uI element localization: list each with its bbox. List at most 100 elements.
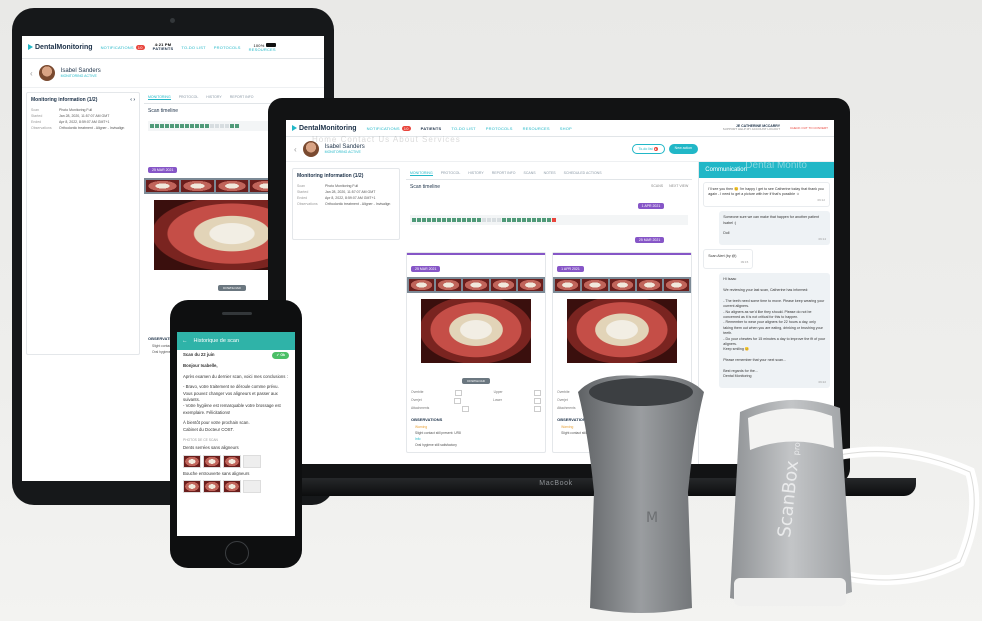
timeline-tick[interactable] <box>477 218 481 222</box>
timeline-tick[interactable] <box>472 218 476 222</box>
nav-protocols[interactable]: PROTOCOLS <box>214 45 241 50</box>
tab-history[interactable]: HISTORY <box>206 95 221 100</box>
scan-timeline[interactable] <box>410 215 689 225</box>
tab-scheduled-actions[interactable]: SCHEDULED ACTIONS <box>564 171 602 176</box>
timeline-tick[interactable] <box>527 218 531 222</box>
scan-thumbnail[interactable] <box>146 180 179 192</box>
download-button[interactable]: DOWNLOAD <box>218 285 246 291</box>
timeline-tick[interactable] <box>150 124 154 128</box>
timeline-tick[interactable] <box>432 218 436 222</box>
tab-protocol[interactable]: PROTOCOL <box>441 171 461 176</box>
scan-thumbnail[interactable] <box>490 279 516 291</box>
photo-thumbnail[interactable] <box>203 480 221 494</box>
app-logo[interactable]: DentalMonitoring <box>28 44 93 51</box>
timeline-tick[interactable] <box>195 124 199 128</box>
timeline-tick[interactable] <box>205 124 209 128</box>
arrow-left-icon[interactable]: ← <box>182 338 188 344</box>
timeline-tick[interactable] <box>190 124 194 128</box>
scan-thumbnail[interactable] <box>609 279 635 291</box>
home-button[interactable] <box>225 541 249 565</box>
scan-thumbnail[interactable] <box>664 279 690 291</box>
timeline-tick[interactable] <box>537 218 541 222</box>
scan-thumbnail[interactable] <box>463 279 489 291</box>
scan-thumbnail[interactable] <box>180 180 214 192</box>
scan-thumbnail[interactable] <box>436 279 462 291</box>
measure-box[interactable] <box>455 390 463 396</box>
timeline-tick[interactable] <box>230 124 234 128</box>
nav-patients[interactable]: 4:21 PM PATIENTS <box>153 43 174 51</box>
scan-thumbnail[interactable] <box>517 279 544 291</box>
timeline-tick[interactable] <box>517 218 521 222</box>
timeline-tick[interactable] <box>442 218 446 222</box>
timeline-tick[interactable] <box>215 124 219 128</box>
tab-history[interactable]: HISTORY <box>468 171 483 176</box>
timeline-tick[interactable] <box>160 124 164 128</box>
nav-resources[interactable]: RESOURCES <box>523 126 550 131</box>
tab-monitoring[interactable]: MONITORING <box>148 95 171 100</box>
avatar[interactable] <box>38 65 55 81</box>
timeline-tick[interactable] <box>492 218 496 222</box>
todo-button[interactable]: To-do list ● <box>631 144 665 154</box>
photo-thumbnail[interactable] <box>243 480 261 494</box>
nav-todo[interactable]: TO-DO LIST <box>451 126 475 131</box>
download-button[interactable]: DOWNLOAD <box>462 378 490 384</box>
measure-box[interactable] <box>534 406 542 412</box>
nav-shop[interactable]: SHOP <box>560 126 572 131</box>
next-view-control[interactable]: NEXT VIEW <box>669 184 688 190</box>
timeline-tick[interactable] <box>467 218 471 222</box>
user-links[interactable]: SUPPORT HELP MY ACCOUNT LOGOUT <box>723 128 780 132</box>
timeline-tick[interactable] <box>502 218 506 222</box>
timeline-tick[interactable] <box>532 218 536 222</box>
timeline-tick[interactable] <box>427 218 431 222</box>
nav-protocols[interactable]: PROTOCOLS <box>486 126 513 131</box>
timeline-tick[interactable] <box>497 218 501 222</box>
timeline-tick[interactable] <box>170 124 174 128</box>
tab-protocol[interactable]: PROTOCOL <box>179 95 199 100</box>
timeline-tick[interactable] <box>175 124 179 128</box>
timeline-tick[interactable] <box>457 218 461 222</box>
timeline-tick[interactable] <box>547 218 551 222</box>
photo-thumbnail[interactable] <box>223 480 241 494</box>
app-logo[interactable]: DentalMonitoring <box>292 125 357 132</box>
tab-report-info[interactable]: REPORT INFO <box>492 171 516 176</box>
measure-box[interactable] <box>453 398 461 404</box>
timeline-tick[interactable] <box>412 218 416 222</box>
timeline-tick[interactable] <box>462 218 466 222</box>
new-action-button[interactable]: New action <box>668 144 698 154</box>
nav-todo[interactable]: TO-DO LIST <box>181 45 205 50</box>
tab-notes[interactable]: NOTES <box>544 171 556 176</box>
timeline-tick[interactable] <box>507 218 511 222</box>
photo-thumbnail[interactable] <box>203 454 221 468</box>
timeline-tick[interactable] <box>542 218 546 222</box>
chevron-left-icon[interactable]: ‹ <box>30 69 33 78</box>
timeline-tick[interactable] <box>417 218 421 222</box>
measure-box[interactable] <box>461 406 469 412</box>
pager-arrows-icon[interactable]: ‹ › <box>130 97 135 103</box>
tab-monitoring[interactable]: MONITORING <box>410 171 433 176</box>
timeline-tick[interactable] <box>180 124 184 128</box>
photo-thumbnail[interactable] <box>223 454 241 468</box>
scan-thumbnail[interactable] <box>582 279 608 291</box>
scan-thumbnail[interactable] <box>555 279 581 291</box>
nav-resources[interactable]: 100% RESOURCES <box>249 42 276 52</box>
convert-link[interactable]: CHECK OUT TO CONVERT <box>790 126 828 130</box>
photo-thumbnail[interactable] <box>183 480 201 494</box>
timeline-tick[interactable] <box>422 218 426 222</box>
timeline-tick[interactable] <box>235 124 239 128</box>
photo-thumbnail[interactable] <box>243 454 261 468</box>
timeline-tick[interactable] <box>522 218 526 222</box>
timeline-tick[interactable] <box>155 124 159 128</box>
chevron-left-icon[interactable]: ‹ <box>294 145 297 154</box>
timeline-tick[interactable] <box>437 218 441 222</box>
timeline-tick[interactable] <box>452 218 456 222</box>
teeth-photo[interactable] <box>421 299 532 363</box>
scans-control[interactable]: SCANS <box>651 184 663 190</box>
photo-thumbnail[interactable] <box>183 454 201 468</box>
scan-thumbnail[interactable] <box>409 279 435 291</box>
timeline-tick[interactable] <box>487 218 491 222</box>
timeline-tick[interactable] <box>185 124 189 128</box>
timeline-tick[interactable] <box>225 124 229 128</box>
timeline-tick[interactable] <box>512 218 516 222</box>
timeline-tick[interactable] <box>165 124 169 128</box>
scan-thumbnail[interactable] <box>215 180 249 192</box>
